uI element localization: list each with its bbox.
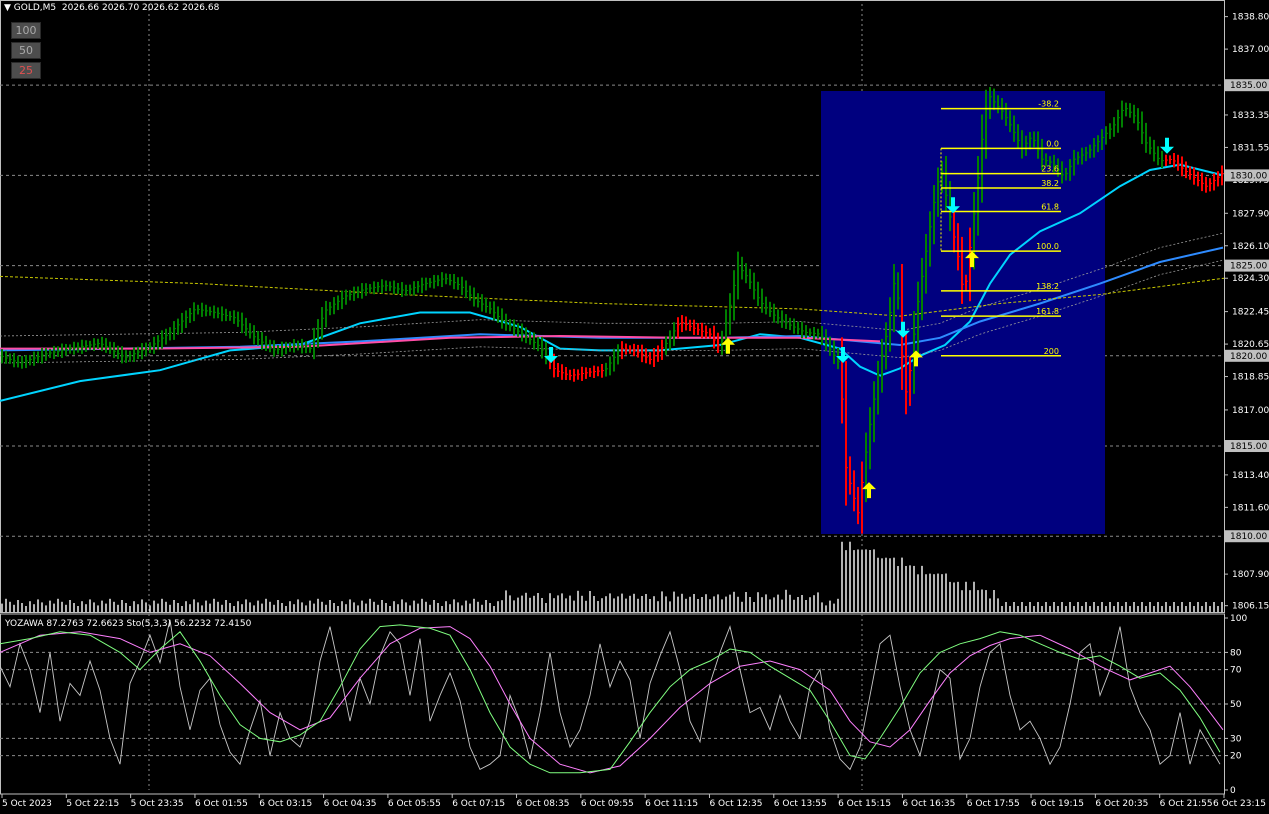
time-tick-label: 5 Oct 2023 bbox=[2, 799, 52, 809]
time-tick-label: 6 Oct 21:55 bbox=[1160, 799, 1213, 809]
indicator-level-label: 20 bbox=[1230, 752, 1242, 762]
fib-level-label: 23.6 bbox=[1041, 165, 1059, 174]
ohlc-readout: 2026.66 2026.70 2026.62 2026.68 bbox=[61, 3, 220, 13]
price-tick-label: 1822.45 bbox=[1232, 308, 1269, 318]
symbol-label: GOLD,M5 bbox=[13, 3, 57, 13]
price-tick-label: 1807.90 bbox=[1232, 570, 1269, 580]
price-marker-label: 1825.00 bbox=[1230, 262, 1267, 272]
fib-level-label: -38.2 bbox=[1038, 100, 1059, 109]
time-tick-label: 6 Oct 01:55 bbox=[195, 799, 248, 809]
price-marker-label: 1815.00 bbox=[1230, 442, 1267, 452]
price-tick-label: 1811.60 bbox=[1232, 503, 1269, 513]
indicator-level-label: 100 bbox=[1230, 614, 1247, 624]
time-tick-label: 5 Oct 22:15 bbox=[66, 799, 119, 809]
time-tick-label: 6 Oct 11:15 bbox=[645, 799, 698, 809]
fib-level-label: 0.0 bbox=[1046, 139, 1059, 148]
price-tick-label: 1837.00 bbox=[1232, 45, 1269, 55]
fib-level-label: 138.2 bbox=[1036, 282, 1059, 291]
time-tick-label: 5 Oct 23:35 bbox=[131, 799, 184, 809]
time-tick-label: 6 Oct 07:15 bbox=[452, 799, 505, 809]
time-tick-label: 6 Oct 09:55 bbox=[581, 799, 634, 809]
time-tick-label: 6 Oct 19:15 bbox=[1031, 799, 1084, 809]
indicator-level-label: 0 bbox=[1230, 786, 1236, 796]
indicator-header: YOZAWA 87.2763 72.6623 Sto(5,3,3) 56.223… bbox=[5, 619, 252, 629]
price-tick-label: 1827.90 bbox=[1232, 209, 1269, 219]
level-button-50[interactable]: 50 bbox=[11, 42, 41, 59]
time-tick-label: 6 Oct 04:35 bbox=[324, 799, 377, 809]
indicator-level-label: 70 bbox=[1230, 666, 1242, 676]
fib-level-label: 200 bbox=[1044, 347, 1059, 356]
price-tick-label: 1818.85 bbox=[1232, 373, 1269, 383]
chart-canvas[interactable]: -38.20.023.638.261.8100.0138.2161.8200 1… bbox=[0, 0, 1269, 814]
moving-average-line bbox=[0, 334, 881, 350]
price-tick-label: 1833.35 bbox=[1232, 111, 1269, 121]
time-axis: 5 Oct 2023 5 Oct 22:15 5 Oct 23:35 6 Oct 01… bbox=[1, 794, 1266, 809]
time-tick-label: 6 Oct 13:55 bbox=[774, 799, 827, 809]
price-tick-label: 1806.15 bbox=[1232, 602, 1269, 612]
fib-level-label: 100.0 bbox=[1036, 242, 1059, 251]
fib-level-label: 61.8 bbox=[1041, 202, 1059, 211]
time-tick-label: 6 Oct 12:35 bbox=[709, 799, 762, 809]
volume-bars bbox=[1, 541, 1223, 612]
time-tick-label: 6 Oct 16:35 bbox=[902, 799, 955, 809]
time-tick-label: 6 Oct 17:55 bbox=[967, 799, 1020, 809]
price-marker-label: 1830.00 bbox=[1230, 171, 1267, 181]
indicator-level-label: 80 bbox=[1230, 648, 1242, 658]
price-tick-label: 1817.00 bbox=[1232, 406, 1269, 416]
time-tick-label: 6 Oct 05:55 bbox=[388, 799, 441, 809]
price-axis: 1838.801837.001833.351831.551829.751827.… bbox=[1224, 13, 1269, 612]
indicator-level-label: 30 bbox=[1230, 734, 1242, 744]
fibonacci-zone bbox=[821, 91, 1105, 534]
price-tick-label: 1838.80 bbox=[1232, 13, 1269, 23]
indicator-pane: 100 80 70 50 30 20 0 bbox=[0, 614, 1247, 796]
price-marker-label: 1835.00 bbox=[1230, 81, 1267, 91]
chart-header: ▼ GOLD,M5 2026.66 2026.70 2026.62 2026.6… bbox=[4, 3, 219, 13]
fib-level-label: 38.2 bbox=[1041, 179, 1059, 188]
time-tick-label: 6 Oct 20:35 bbox=[1095, 799, 1148, 809]
fib-level-label: 161.8 bbox=[1036, 307, 1059, 316]
price-tick-label: 1824.30 bbox=[1232, 274, 1269, 284]
level-button-25[interactable]: 25 bbox=[11, 62, 41, 79]
indicator-level-label: 50 bbox=[1230, 700, 1242, 710]
time-tick-label: 6 Oct 23:15 bbox=[1213, 799, 1266, 809]
price-tick-label: 1831.55 bbox=[1232, 143, 1269, 153]
price-tick-label: 1820.65 bbox=[1232, 340, 1269, 350]
time-tick-label: 6 Oct 03:15 bbox=[259, 799, 312, 809]
time-tick-label: 6 Oct 15:15 bbox=[838, 799, 891, 809]
price-marker-label: 1810.00 bbox=[1230, 532, 1267, 542]
time-tick-label: 6 Oct 08:35 bbox=[517, 799, 570, 809]
triangle-down-icon[interactable]: ▼ bbox=[4, 3, 11, 13]
price-tick-label: 1826.10 bbox=[1232, 242, 1269, 252]
price-tick-label: 1813.40 bbox=[1232, 471, 1269, 481]
price-marker-label: 1820.00 bbox=[1230, 352, 1267, 362]
level-button-100[interactable]: 100 bbox=[11, 22, 41, 39]
